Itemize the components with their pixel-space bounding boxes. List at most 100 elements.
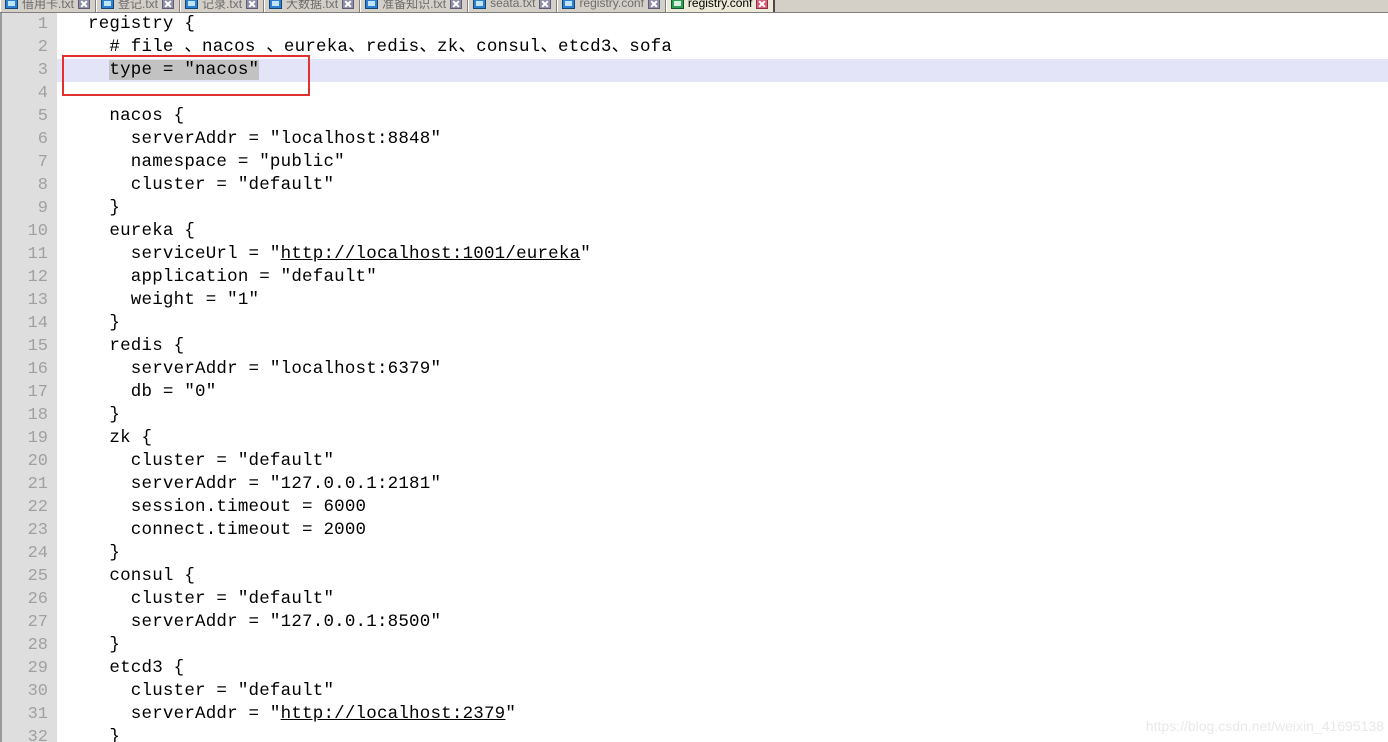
code-line[interactable]: 8 cluster = "default" — [0, 174, 1388, 197]
close-icon[interactable] — [78, 0, 91, 9]
line-text: registry { — [88, 14, 196, 34]
line-text: # file 、nacos 、eureka、redis、zk、consul、et… — [88, 37, 673, 57]
line-text: cluster = "default" — [88, 589, 335, 609]
line-number: 19 — [27, 429, 48, 448]
code-line[interactable]: 19 zk { — [0, 427, 1388, 450]
tab-6[interactable]: registry.conf — [557, 0, 666, 12]
code-line[interactable]: 30 cluster = "default" — [0, 680, 1388, 703]
line-text: db = "0" — [88, 382, 217, 402]
editor-window: 借用卡.txt 登记.txt 记录.txt 大数据.txt 准备知识.txt seata.… — [0, 0, 1388, 742]
line-text: connect.timeout = 2000 — [88, 520, 367, 540]
code-line[interactable]: 18 } — [0, 404, 1388, 427]
code-line[interactable]: 14 } — [0, 312, 1388, 335]
line-text: weight = "1" — [88, 290, 260, 310]
line-text: session.timeout = 6000 — [88, 497, 367, 517]
line-text: nacos { — [88, 106, 185, 126]
tab-4[interactable]: 准备知识.txt — [360, 0, 469, 12]
code-line[interactable]: 16 serverAddr = "localhost:6379" — [0, 358, 1388, 381]
code-line[interactable]: 5 nacos { — [0, 105, 1388, 128]
text-selection: type = "nacos" — [109, 60, 260, 80]
tab-5[interactable]: seata.txt — [468, 0, 558, 12]
code-line[interactable]: 20 cluster = "default" — [0, 450, 1388, 473]
tab-1[interactable]: 登记.txt — [96, 0, 181, 12]
tab-0[interactable]: 借用卡.txt — [0, 0, 97, 12]
tab-label: 登记.txt — [118, 0, 159, 11]
line-number: 2 — [37, 38, 48, 57]
line-text: serverAddr = "localhost:6379" — [88, 359, 442, 379]
close-icon[interactable] — [539, 0, 552, 9]
line-number: 26 — [27, 590, 48, 609]
line-text: serviceUrl = "http://localhost:1001/eure… — [88, 244, 591, 264]
close-icon[interactable] — [162, 0, 175, 9]
line-number: 6 — [37, 130, 48, 149]
code-line[interactable]: 2 # file 、nacos 、eureka、redis、zk、consul、… — [0, 36, 1388, 59]
editor-left-edge — [0, 13, 2, 742]
line-number: 29 — [27, 659, 48, 678]
line-number: 17 — [27, 383, 48, 402]
line-text: } — [88, 313, 121, 333]
line-number: 21 — [27, 475, 48, 494]
line-number: 9 — [37, 199, 48, 218]
code-line[interactable]: 10 eureka { — [0, 220, 1388, 243]
line-text: cluster = "default" — [88, 175, 335, 195]
code-line[interactable]: 12 application = "default" — [0, 266, 1388, 289]
code-line[interactable]: 25 consul { — [0, 565, 1388, 588]
code-line[interactable]: 4 — [0, 82, 1388, 105]
code-editor[interactable]: 1 registry {2 # file 、nacos 、eureka、redis… — [0, 13, 1388, 742]
line-number: 32 — [27, 728, 48, 742]
code-lines-container[interactable]: 1 registry {2 # file 、nacos 、eureka、redis… — [0, 13, 1388, 742]
close-icon[interactable] — [342, 0, 355, 9]
code-line[interactable]: 17 db = "0" — [0, 381, 1388, 404]
close-icon[interactable] — [756, 0, 769, 9]
close-icon[interactable] — [450, 0, 463, 9]
tab-3[interactable]: 大数据.txt — [264, 0, 361, 12]
line-text: application = "default" — [88, 267, 377, 287]
line-text: } — [88, 543, 121, 563]
close-icon[interactable] — [246, 0, 259, 9]
line-text: etcd3 { — [88, 658, 185, 678]
tab-label: 记录.txt — [202, 0, 243, 11]
line-number: 14 — [27, 314, 48, 333]
document-icon — [185, 0, 199, 9]
tab-label: registry.conf — [687, 0, 753, 10]
close-icon[interactable] — [647, 0, 660, 9]
code-line[interactable]: 28 } — [0, 634, 1388, 657]
code-line[interactable]: 9 } — [0, 197, 1388, 220]
watermark: https://blog.csdn.net/weixin_41695138 — [1145, 718, 1384, 734]
document-icon — [473, 0, 487, 9]
code-line[interactable]: 23 connect.timeout = 2000 — [0, 519, 1388, 542]
code-line[interactable]: 13 weight = "1" — [0, 289, 1388, 312]
line-number: 20 — [27, 452, 48, 471]
line-number: 31 — [27, 705, 48, 724]
code-line[interactable]: 7 namespace = "public" — [0, 151, 1388, 174]
code-line[interactable]: 26 cluster = "default" — [0, 588, 1388, 611]
code-line[interactable]: 21 serverAddr = "127.0.0.1:2181" — [0, 473, 1388, 496]
line-number: 10 — [27, 222, 48, 241]
code-line[interactable]: 27 serverAddr = "127.0.0.1:8500" — [0, 611, 1388, 634]
document-icon — [670, 0, 684, 9]
line-number: 8 — [37, 176, 48, 195]
code-line[interactable]: 29 etcd3 { — [0, 657, 1388, 680]
code-line[interactable]: 1 registry { — [0, 13, 1388, 36]
tab-active-7[interactable]: registry.conf — [665, 0, 776, 12]
document-icon — [365, 0, 379, 9]
line-text: eureka { — [88, 221, 196, 241]
document-icon — [5, 0, 18, 9]
tab-2[interactable]: 记录.txt — [180, 0, 265, 12]
line-text: } — [88, 405, 121, 425]
code-line[interactable]: 22 session.timeout = 6000 — [0, 496, 1388, 519]
url-link[interactable]: http://localhost:1001/eureka — [281, 244, 581, 264]
line-number: 27 — [27, 613, 48, 632]
document-icon — [101, 0, 115, 9]
line-number: 1 — [37, 15, 48, 34]
code-line[interactable]: 11 serviceUrl = "http://localhost:1001/e… — [0, 243, 1388, 266]
document-icon — [269, 0, 283, 9]
code-line[interactable]: 15 redis { — [0, 335, 1388, 358]
code-line[interactable]: 6 serverAddr = "localhost:8848" — [0, 128, 1388, 151]
line-number: 25 — [27, 567, 48, 586]
url-link[interactable]: http://localhost:2379 — [281, 704, 506, 724]
line-text: serverAddr = "127.0.0.1:2181" — [88, 474, 442, 494]
line-number: 22 — [27, 498, 48, 517]
code-line[interactable]: 3 type = "nacos" — [0, 59, 1388, 82]
code-line[interactable]: 24 } — [0, 542, 1388, 565]
